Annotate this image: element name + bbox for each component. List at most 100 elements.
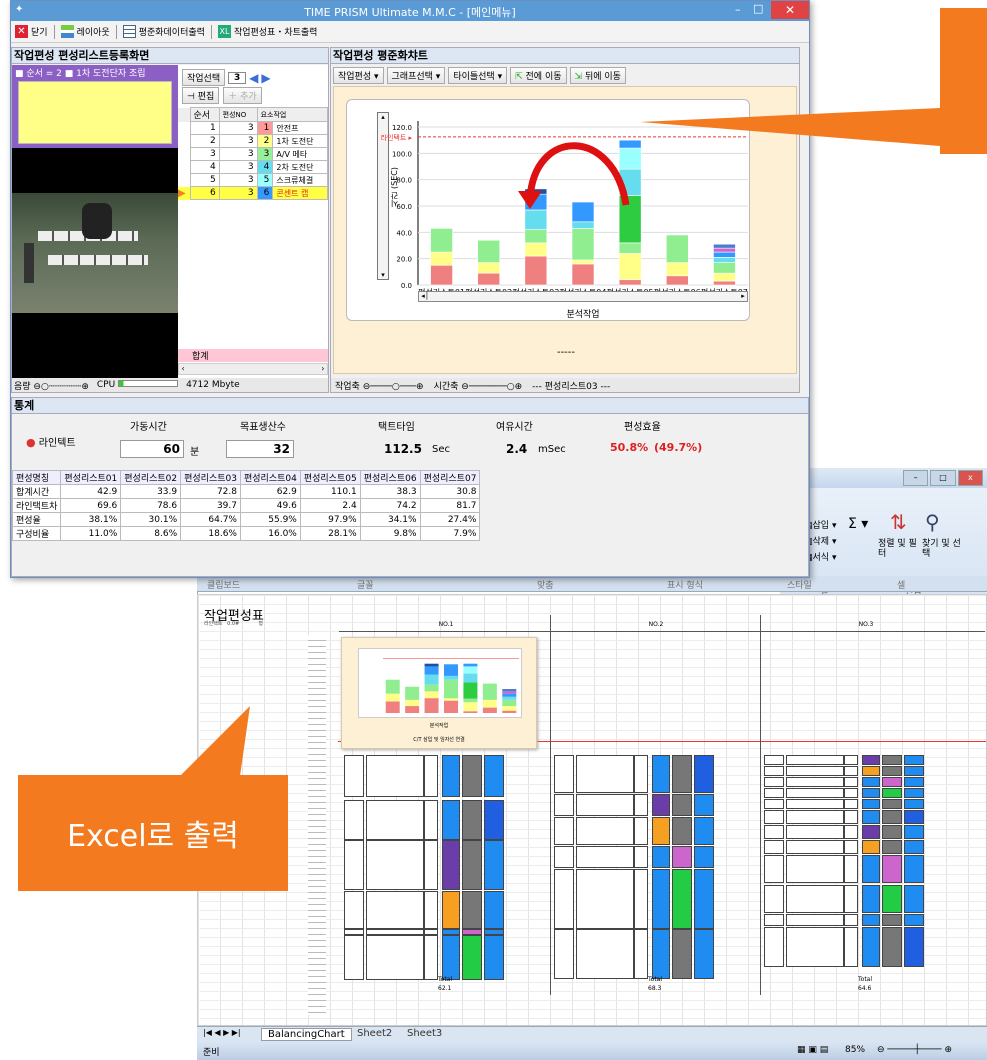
list-row[interactable]: ▶ 6 3 6 콘센트 캡: [178, 186, 328, 200]
list-hscroll[interactable]: ‹ ›: [178, 363, 328, 375]
work-axis-label: 작업축: [335, 381, 360, 392]
sheet-block: [442, 800, 460, 840]
close-icon[interactable]: ✕: [771, 1, 809, 19]
minimize-icon[interactable]: –: [903, 470, 929, 486]
list-row[interactable]: 5 3 5 스크류체결: [178, 173, 328, 187]
maximize-icon[interactable]: □: [930, 470, 956, 486]
list-row[interactable]: 2 3 2 1차 도전단: [178, 134, 328, 148]
list-cell: 3: [218, 147, 258, 161]
insert-label: 삽입: [812, 521, 830, 531]
maximize-icon[interactable]: □: [753, 2, 763, 15]
bar-segment[interactable]: [713, 257, 736, 263]
close-icon[interactable]: x: [957, 470, 983, 486]
sum-icon[interactable]: Σ ▾: [848, 516, 868, 532]
bar-segment[interactable]: [665, 275, 689, 286]
target-input[interactable]: 32: [226, 440, 294, 458]
menu-graph-select[interactable]: 그래프선택 ▾: [386, 67, 446, 84]
col-header-no1: NO.1: [438, 621, 454, 628]
tab-sheet2[interactable]: Sheet2: [357, 1028, 392, 1039]
edit-button[interactable]: ⊣ 편집: [182, 87, 220, 104]
bar-segment[interactable]: [477, 272, 501, 286]
margin-value: 2.4: [506, 442, 528, 456]
sheet-task-cell: [366, 935, 424, 980]
export-chart-button[interactable]: XL 작업편성표・차트출력: [217, 25, 317, 38]
note-box[interactable]: [18, 81, 172, 144]
mini-bar-segment: [405, 706, 420, 713]
volume-control[interactable]: 음량 ⊖○┄┄┄┄┄┄⊕: [14, 379, 89, 392]
bar-segment[interactable]: [571, 228, 595, 261]
bar-segment[interactable]: [713, 243, 736, 249]
bar-segment[interactable]: [524, 255, 548, 286]
tab-sheet3[interactable]: Sheet3: [407, 1028, 442, 1039]
mini-bar-segment: [444, 700, 458, 713]
bar-segment[interactable]: [618, 253, 642, 281]
bar-segment[interactable]: [524, 209, 548, 230]
stats-cell: 81.7: [419, 498, 481, 513]
add-button[interactable]: ＋ 추가: [223, 87, 262, 104]
minimize-icon[interactable]: –: [735, 3, 741, 16]
efficiency-value: 50.8%: [610, 441, 649, 454]
selected-arrow-icon: ▶: [178, 187, 186, 199]
move-next-button[interactable]: ⇲ 뒤에 이동: [569, 67, 626, 84]
tab-nav-icon[interactable]: |◀ ◀ ▶ ▶|: [203, 1028, 241, 1037]
stats-cell: 구성비율: [11, 526, 62, 541]
bar-segment[interactable]: [713, 251, 736, 258]
sheet-task-cell: [576, 869, 634, 929]
op-time-input[interactable]: 60: [120, 440, 184, 458]
bar-segment[interactable]: [571, 263, 595, 286]
move-prev-button[interactable]: ⇱ 전에 이동: [510, 67, 567, 84]
view-buttons[interactable]: ▦ ▣ ▤: [797, 1045, 828, 1055]
bar-segment[interactable]: [430, 251, 453, 266]
export-data-button[interactable]: 평준화데이터출력: [122, 25, 205, 38]
zoom-slider[interactable]: ⊖ ─────┼──── ⊕: [877, 1045, 952, 1055]
bar-segment[interactable]: [713, 272, 736, 282]
sheet-block: [484, 840, 504, 890]
next-arrow-icon[interactable]: ▶: [261, 71, 270, 85]
bar-segment[interactable]: [477, 262, 501, 274]
sheet-block: [694, 929, 714, 979]
bar-segment[interactable]: [430, 264, 453, 286]
bar-segment[interactable]: [524, 229, 548, 244]
excel-sheet[interactable]: 작업편성표 라인택트 0.0# 형 NO.1 NO.2 NO.3 Total 62…: [197, 594, 987, 1026]
stats-cell: 42.9: [60, 484, 122, 499]
time-axis-slider[interactable]: 시간축 ⊖───────○⊕: [434, 379, 523, 392]
bar-segment[interactable]: [665, 262, 689, 277]
list-row[interactable]: 1 3 1 안전프: [178, 121, 328, 135]
x-scrollbar[interactable]: ◂│ ▸: [418, 291, 748, 302]
excel-window-controls: – □ x: [903, 470, 983, 486]
video-view[interactable]: [12, 148, 178, 378]
bar-segment[interactable]: [571, 259, 595, 265]
bar-segment[interactable]: [618, 242, 642, 254]
mini-bar-segment: [502, 696, 517, 700]
find-select-button[interactable]: 찾기 및 선택: [922, 539, 966, 560]
sort-filter-button[interactable]: 정렬 및 필터: [878, 539, 922, 560]
close-button[interactable]: ✕ 닫기: [15, 25, 48, 38]
bar-segment[interactable]: [618, 279, 642, 286]
bar-segment[interactable]: [713, 262, 736, 274]
bar-segment[interactable]: [713, 247, 736, 253]
layout-button[interactable]: 레이아웃: [60, 25, 110, 38]
find-icon[interactable]: ⚲: [925, 510, 940, 534]
preview-frame: ■ 순서 = 2 ■ 1차 도전단자 조립: [12, 65, 178, 378]
tab-balancingchart[interactable]: BalancingChart: [261, 1028, 352, 1041]
stats-cell: 합계시간: [11, 484, 62, 499]
sheet-block: [652, 817, 670, 845]
sheet-block: [634, 817, 648, 845]
embedded-chart[interactable]: 분석작업 C/T 삼입 및 임자선 연결: [341, 637, 537, 749]
bar-segment[interactable]: [571, 221, 595, 229]
prev-arrow-icon[interactable]: ◀: [249, 71, 258, 85]
sheet-task-cell: [786, 766, 844, 776]
bar-segment[interactable]: [524, 242, 548, 257]
list-row[interactable]: 4 3 4 2차 도전단: [178, 160, 328, 174]
menu-title-select[interactable]: 타이틀선택 ▾: [448, 67, 508, 84]
sort-icon[interactable]: ⇅: [890, 510, 907, 534]
bar-segment[interactable]: [665, 234, 689, 263]
bar-segment[interactable]: [430, 228, 453, 253]
list-row[interactable]: 3 3 3 A/V 메타: [178, 147, 328, 161]
menu-work-edit[interactable]: 작업편성 ▾: [333, 67, 384, 84]
work-select-value[interactable]: 3: [228, 71, 247, 84]
bar-segment[interactable]: [713, 280, 736, 286]
work-axis-slider[interactable]: 작업축 ⊖────○───⊕: [335, 379, 424, 392]
bar-segment[interactable]: [571, 201, 595, 223]
bar-segment[interactable]: [477, 239, 501, 263]
